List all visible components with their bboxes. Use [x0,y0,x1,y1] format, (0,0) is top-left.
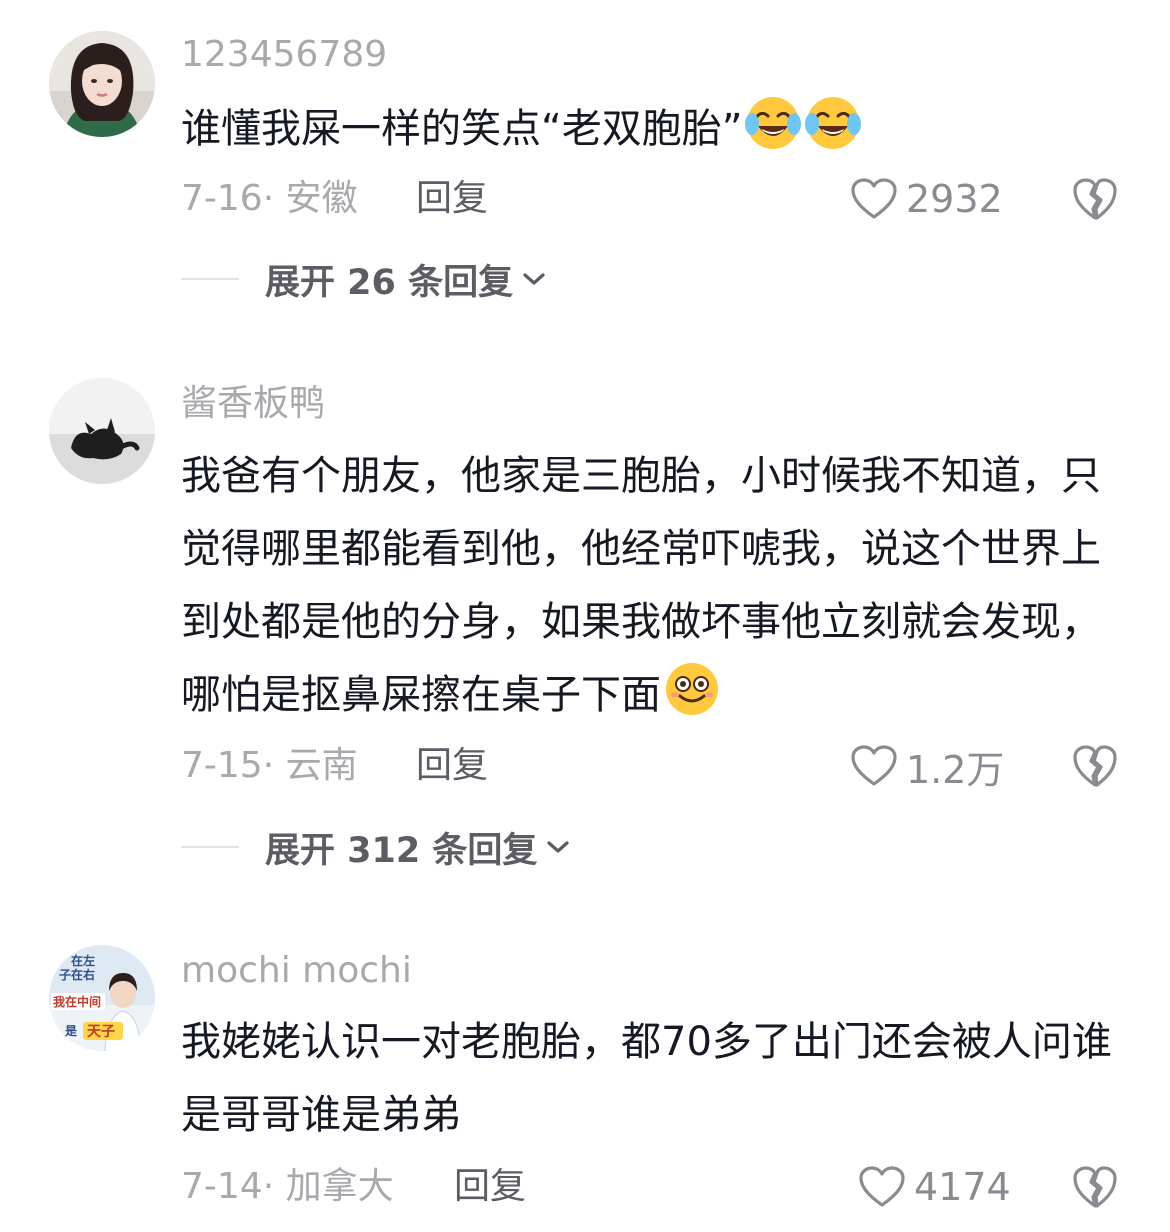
laugh-cry-emoji [745,97,802,149]
comment-location: 云南 [285,745,358,786]
divider [181,278,239,280]
avatar[interactable]: 在左 子在右 我在中间 是 天子 [49,945,155,1051]
comment-meta: 7-15· 云南 [181,746,358,786]
divider [181,846,239,848]
like-count: 1.2万 [906,747,1005,792]
avatar-meme-icon: 在左 子在右 我在中间 是 天子 [49,945,155,1051]
broken-heart-icon[interactable] [1072,176,1118,222]
smile-emoji [666,663,718,715]
chevron-down-icon [523,273,545,285]
avatar-text: 我在中间 [53,994,101,1009]
meta-separator: · [262,745,286,786]
meta-separator: · [262,1166,286,1207]
laugh-cry-emoji [805,97,862,149]
comment-text: 我姥姥认识一对老胞胎，都70多了出门还会被人问谁是哥哥谁是弟弟 [181,1006,1121,1152]
avatar-text: 子在右 [59,967,95,982]
comment-location: 加拿大 [285,1166,394,1207]
comment-text: 谁懂我屎一样的笑点“老双胞胎” [181,93,1121,166]
avatar-woman-icon [49,31,155,137]
avatar[interactable] [49,31,155,137]
comment-text: 我爸有个朋友，他家是三胞胎，小时候我不知道，只觉得哪里都能看到他，他经常吓唬我，… [181,440,1121,732]
comment-text-body: 我爸有个朋友，他家是三胞胎，小时候我不知道，只觉得哪里都能看到他，他经常吓唬我，… [181,453,1101,718]
comment-date: 7-15 [181,745,263,786]
reply-button[interactable]: 回复 [454,1167,526,1207]
like-count: 2932 [906,177,1003,221]
username[interactable]: 酱香板鸭 [181,384,325,424]
avatar-cat-icon [49,378,155,484]
like-button[interactable]: 1.2万 [850,742,1004,792]
expand-replies-label: 展开 26 条回复 [265,262,514,303]
heart-outline-icon [851,745,897,786]
comment-meta: 7-16· 安徽 [181,179,358,219]
heart-outline-icon [851,178,897,219]
expand-replies-button[interactable]: 展开 312 条回复 [181,827,571,871]
reply-button[interactable]: 回复 [416,746,488,786]
broken-heart-icon[interactable] [1072,1164,1118,1210]
comment-text-body: 我姥姥认识一对老胞胎，都70多了出门还会被人问谁是哥哥谁是弟弟 [181,1019,1112,1138]
avatar-text: 在左 [71,953,95,968]
like-count: 4174 [914,1165,1011,1209]
comment-date: 7-14 [181,1166,263,1207]
comment-location: 安徽 [285,178,358,219]
heart-outline-icon [859,1166,905,1207]
username[interactable]: mochi mochi [181,951,412,991]
username[interactable]: 123456789 [181,35,387,75]
like-button[interactable]: 2932 [850,175,1003,223]
expand-replies-label: 展开 312 条回复 [265,830,538,871]
avatar-text: 天子 [87,1023,115,1039]
comment-text-body: 谁懂我屎一样的笑点“老双胞胎” [181,106,743,152]
meta-separator: · [262,178,286,219]
comment-date: 7-16 [181,178,263,219]
broken-heart-icon[interactable] [1072,743,1118,789]
reply-button[interactable]: 回复 [416,179,488,219]
comment-meta: 7-14· 加拿大 [181,1167,394,1207]
avatar[interactable] [49,378,155,484]
avatar-text: 是 [64,1024,78,1038]
chevron-down-icon [547,841,570,853]
expand-replies-button[interactable]: 展开 26 条回复 [181,259,547,303]
like-button[interactable]: 4174 [858,1163,1011,1211]
